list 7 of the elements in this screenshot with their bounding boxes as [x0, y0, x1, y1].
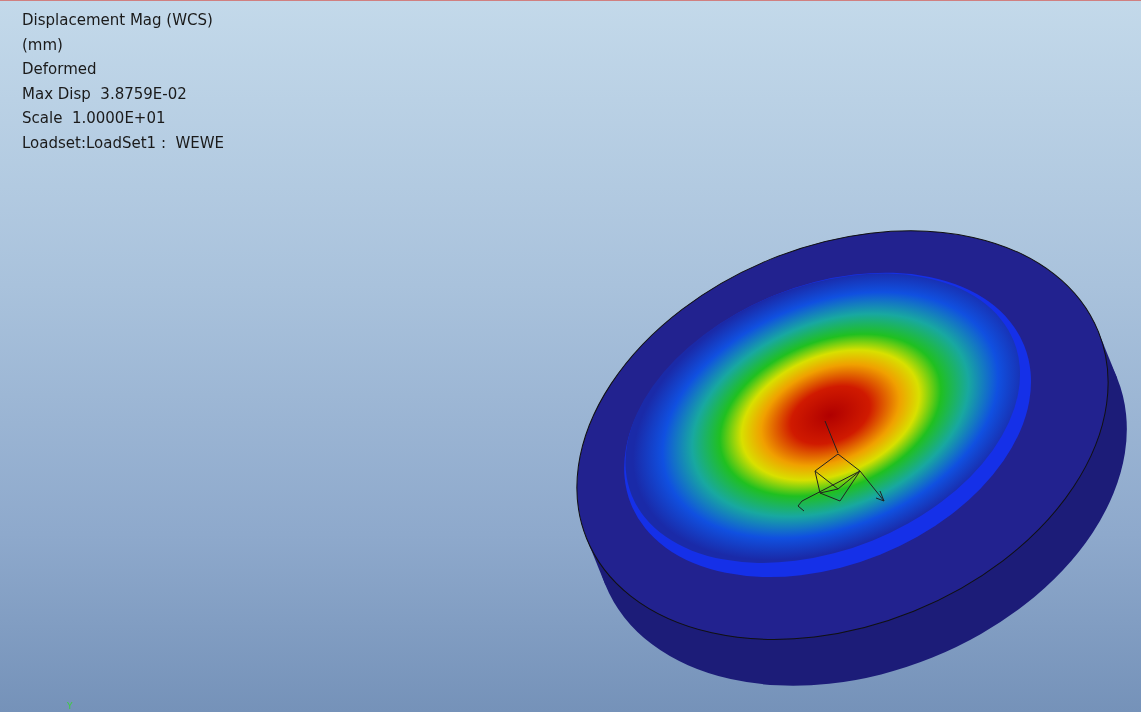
legend-text: Max Disp 3.8759E-02 [22, 83, 188, 105]
legend-text: Deformed [22, 59, 98, 81]
legend-text: Loadset:LoadSet1 : WEWE [22, 132, 226, 154]
axis-label: Y [67, 702, 73, 711]
legend-text: Scale 1.0000E+01 [22, 108, 167, 130]
legend-text: (mm) [22, 34, 64, 56]
legend-text: Displacement Mag (WCS) [22, 10, 214, 31]
